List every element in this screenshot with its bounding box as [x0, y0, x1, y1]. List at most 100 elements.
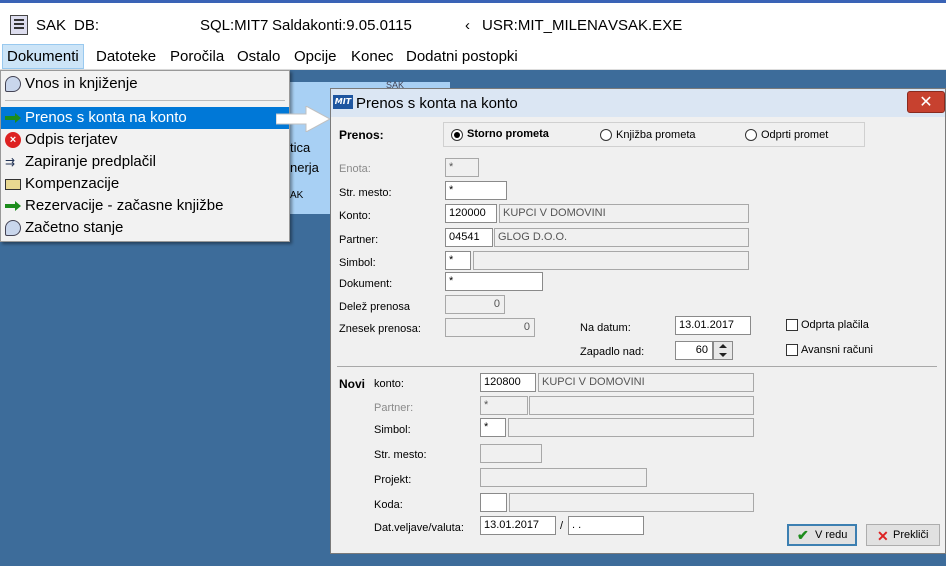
prenos-dialog: MIT Prenos s konta na konto ✕ Prenos: St…: [330, 88, 946, 554]
novi-projekt-label: Projekt:: [374, 474, 412, 486]
menu-item-vnos[interactable]: Vnos in knjiženje: [1, 73, 289, 95]
radio-odprti[interactable]: [745, 129, 757, 141]
cancel-button[interactable]: ✕ Prekliči: [866, 524, 940, 546]
simbol-label: Simbol:: [339, 257, 376, 269]
novi-simbol-field[interactable]: *: [480, 418, 506, 437]
menu-ostalo[interactable]: Ostalo: [237, 48, 280, 65]
menu-dodatni-postopki[interactable]: Dodatni postopki: [406, 48, 518, 65]
title-bar: SAK DB: SQL:MIT7 Saldakonti:9.05.0115 ‹ …: [0, 0, 946, 42]
menu-porocila[interactable]: Poročila: [170, 48, 224, 65]
radio-storno[interactable]: [451, 129, 463, 141]
str-mesto-field[interactable]: *: [445, 181, 507, 200]
novi-datvel-field[interactable]: 13.01.2017: [480, 516, 556, 535]
konto-name-field: KUPCI V DOMOVINI: [499, 204, 749, 223]
novi-simbol-label: Simbol:: [374, 424, 411, 436]
bg-window-text: tica: [290, 140, 311, 155]
exe-label: VSAK.EXE: [608, 17, 683, 34]
simbol-name-field: [473, 251, 749, 270]
menu-opcije[interactable]: Opcije: [294, 48, 337, 65]
payment-icon: ⇉: [5, 155, 16, 169]
menu-item-label: Zapiranje predplačil: [25, 153, 156, 170]
zapadlo-label: Zapadlo nad:: [580, 346, 645, 358]
na-datum-field[interactable]: 13.01.2017: [675, 316, 751, 335]
close-button[interactable]: ✕: [907, 91, 945, 113]
prenos-label: Prenos:: [339, 128, 384, 142]
znesek-label: Znesek prenosa:: [339, 323, 421, 335]
bg-window-text: nerja: [290, 160, 319, 175]
konto-label: Konto:: [339, 210, 371, 222]
cancel-x-icon: ✕: [877, 528, 889, 544]
zapadlo-field[interactable]: 60: [675, 341, 713, 360]
mit-logo-icon: MIT: [333, 95, 353, 109]
dokument-label: Dokument:: [339, 278, 393, 290]
odprta-placila-checkbox[interactable]: [786, 319, 798, 331]
novi-konto-name-field: KUPCI V DOMOVINI: [538, 373, 754, 392]
novi-konto-label: konto:: [374, 378, 404, 390]
novi-koda-field[interactable]: [480, 493, 507, 512]
novi-koda-name-field: [509, 493, 754, 512]
konto-field[interactable]: 120000: [445, 204, 497, 223]
delez-label: Delež prenosa: [339, 301, 410, 313]
novi-partner-name-field: [529, 396, 754, 415]
ok-button-label: V redu: [815, 529, 848, 541]
partner-field[interactable]: 04541: [445, 228, 493, 247]
enota-field: *: [445, 158, 479, 177]
menu-item-label: Odpis terjatev: [25, 131, 118, 148]
pointer-arrow-icon: [276, 106, 332, 132]
zapadlo-spinner[interactable]: [713, 341, 733, 360]
menu-datoteke[interactable]: Datoteke: [96, 48, 156, 65]
avansni-racuni-label: Avansni računi: [801, 344, 873, 356]
db-label: DB:: [74, 17, 100, 34]
menu-konec[interactable]: Konec: [351, 48, 394, 65]
menu-item-prenos[interactable]: Prenos s konta na konto: [1, 107, 289, 129]
menu-dokumenti[interactable]: Dokumenti: [2, 44, 84, 69]
novi-valuta-field[interactable]: . .: [568, 516, 644, 535]
partner-name-field: GLOG D.O.O.: [494, 228, 749, 247]
saldakonti-version: Saldakonti:9.05.0115: [272, 17, 412, 34]
novi-str-mesto-field: [480, 444, 542, 463]
novi-heading: Novi: [339, 377, 366, 391]
menu-item-label: Rezervacije - začasne knjižbe: [25, 197, 224, 214]
green-arrow-icon: [5, 198, 21, 214]
str-mesto-label: Str. mesto:: [339, 187, 392, 199]
speech-bubble-icon: [5, 76, 21, 92]
folder-open-icon: [5, 179, 21, 190]
delez-field: 0: [445, 295, 505, 314]
sql-label: SQL:MIT7: [200, 17, 269, 34]
menu-item-label: Vnos in knjiženje: [25, 75, 138, 92]
bg-window-text: AK: [290, 190, 304, 201]
menu-item-zapiranje[interactable]: ⇉ Zapiranje predplačil: [1, 151, 289, 173]
menu-item-label: Začetno stanje: [25, 219, 124, 236]
menu-item-label: Prenos s konta na konto: [25, 109, 187, 126]
radio-knjizba[interactable]: [600, 129, 612, 141]
novi-projekt-field: [480, 468, 647, 487]
user-label: USR:MIT_MILENA: [482, 17, 608, 34]
novi-datvel-label: Dat.veljave/valuta:: [374, 522, 464, 534]
odprta-placila-label: Odprta plačila: [801, 319, 869, 331]
section-divider: [337, 366, 937, 367]
enota-label: Enota:: [339, 163, 371, 175]
green-arrow-icon: [5, 110, 21, 126]
menu-item-rezervacije[interactable]: Rezervacije - začasne knjižbe: [1, 195, 289, 217]
avansni-racuni-checkbox[interactable]: [786, 344, 798, 356]
checkmark-icon: ✔: [797, 527, 809, 543]
simbol-field[interactable]: *: [445, 251, 471, 270]
radio-odprti-label: Odprti promet: [761, 129, 829, 141]
novi-simbol-name-field: [508, 418, 754, 437]
dialog-title: Prenos s konta na konto: [356, 95, 518, 112]
dokument-field[interactable]: *: [445, 272, 543, 291]
menu-item-zacetno-stanje[interactable]: Začetno stanje: [1, 217, 289, 239]
menu-item-odpis[interactable]: × Odpis terjatev: [1, 129, 289, 151]
ok-button[interactable]: ✔ V redu: [787, 524, 857, 546]
menu-item-kompenzacije[interactable]: Kompenzacije: [1, 173, 289, 195]
novi-partner-field: *: [480, 396, 528, 415]
novi-konto-field[interactable]: 120800: [480, 373, 536, 392]
red-x-icon: ×: [5, 132, 21, 148]
menu-separator: [5, 100, 285, 101]
novi-partner-label: Partner:: [374, 402, 414, 414]
radio-knjizba-label: Knjižba prometa: [616, 129, 696, 141]
znesek-field: 0: [445, 318, 535, 337]
dialog-title-bar: MIT Prenos s konta na konto ✕: [331, 89, 945, 117]
radio-storno-label: Storno prometa: [467, 128, 549, 140]
menu-bar: Dokumenti Datoteke Poročila Ostalo Opcij…: [0, 42, 946, 70]
